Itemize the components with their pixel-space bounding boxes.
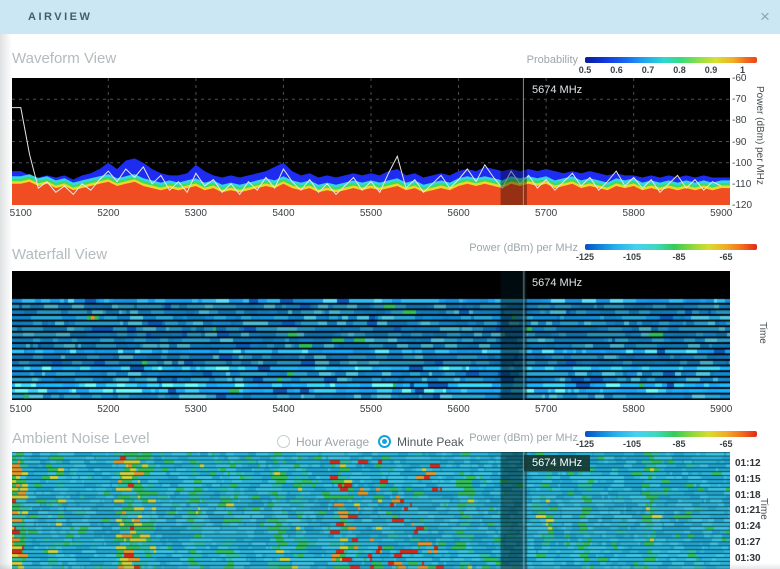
- x-axis-tick: 5900: [710, 208, 732, 219]
- x-axis-tick: 5600: [447, 208, 469, 219]
- waterfall-marker-label: 5674 MHz: [532, 277, 582, 289]
- waveform-marker-label: 5674 MHz: [532, 84, 582, 96]
- ambient-time-axis-label: Time: [758, 498, 769, 520]
- x-axis-tick: 5600: [447, 404, 469, 415]
- hour-average-label[interactable]: Hour Average: [296, 435, 369, 449]
- x-axis-tick: 5500: [360, 208, 382, 219]
- ambient-legend-label: Power (dBm) per MHz: [430, 432, 578, 444]
- x-axis-tick: 5900: [710, 404, 732, 415]
- legend-tick: 0.5: [579, 65, 592, 75]
- probability-legend-gradient: [585, 57, 757, 63]
- time-axis-tick: 01:15: [735, 474, 761, 485]
- x-axis-tick: 5300: [185, 208, 207, 219]
- waveform-y-axis-label: Power (dBm) per MHz: [754, 86, 765, 185]
- title-bar: AIRVIEW ×: [0, 0, 780, 34]
- y-axis-tick: -70: [732, 94, 746, 105]
- legend-tick: -85: [672, 439, 685, 449]
- x-axis-tick: 5800: [623, 404, 645, 415]
- legend-tick: 0.7: [642, 65, 655, 75]
- x-axis-tick: 5200: [97, 404, 119, 415]
- waveform-title: Waveform View: [12, 50, 116, 67]
- x-axis-tick: 5700: [535, 404, 557, 415]
- waveform-x-axis: 5100 5200 5300 5400 5500 5600 5700 5800 5900: [12, 208, 730, 220]
- ambient-plot[interactable]: [12, 452, 730, 569]
- y-axis-tick: -90: [732, 137, 746, 148]
- y-axis-tick: -80: [732, 115, 746, 126]
- time-axis-tick: 01:30: [735, 553, 761, 564]
- waterfall-legend-label: Power (dBm) per MHz: [430, 242, 578, 254]
- x-axis-tick: 5200: [97, 208, 119, 219]
- waterfall-legend-ticks: -125-105-85-65: [585, 252, 757, 264]
- x-axis-tick: 5300: [185, 404, 207, 415]
- y-axis-tick: -100: [732, 158, 752, 169]
- ambient-legend-ticks: -125-105-85-65: [585, 439, 757, 451]
- minute-peak-radio[interactable]: [378, 435, 391, 448]
- legend-tick: 0.8: [673, 65, 686, 75]
- time-axis-tick: 01:27: [735, 537, 761, 548]
- x-axis-tick: 5100: [10, 404, 32, 415]
- waterfall-legend-gradient: [585, 244, 757, 250]
- y-axis-tick: -120: [732, 200, 752, 211]
- x-axis-tick: 5400: [272, 404, 294, 415]
- legend-tick: -125: [576, 252, 594, 262]
- time-axis-tick: 01:18: [735, 490, 761, 501]
- x-axis-tick: 5500: [360, 404, 382, 415]
- close-icon[interactable]: ×: [753, 6, 777, 30]
- legend-tick: 0.6: [610, 65, 623, 75]
- legend-tick: -65: [719, 252, 732, 262]
- ambient-legend-gradient: [585, 431, 757, 437]
- legend-tick: -105: [623, 439, 641, 449]
- ambient-title: Ambient Noise Level: [12, 430, 150, 447]
- probability-legend-label: Probability: [470, 54, 578, 66]
- x-axis-tick: 5700: [535, 208, 557, 219]
- y-axis-tick: -110: [732, 179, 751, 190]
- app-title: AIRVIEW: [28, 11, 92, 23]
- waterfall-time-axis-label: Time: [757, 322, 768, 344]
- x-axis-tick: 5400: [272, 208, 294, 219]
- time-axis-tick: 01:24: [735, 521, 761, 532]
- y-axis-tick: -60: [732, 73, 746, 84]
- legend-tick: -65: [719, 439, 732, 449]
- legend-tick: -85: [672, 252, 685, 262]
- ambient-marker-tag: 5674 MHz: [524, 455, 590, 471]
- time-axis-tick: 01:21: [735, 505, 761, 516]
- legend-tick: 0.9: [705, 65, 718, 75]
- legend-tick: -125: [576, 439, 594, 449]
- x-axis-tick: 5100: [10, 208, 32, 219]
- waterfall-plot[interactable]: [12, 271, 730, 400]
- airview-window: AIRVIEW × Waveform View Probability 0.5 0…: [0, 0, 780, 569]
- time-axis-tick: 01:12: [735, 458, 761, 469]
- legend-tick: -105: [623, 252, 641, 262]
- x-axis-tick: 5800: [623, 208, 645, 219]
- waterfall-x-axis: 5100 5200 5300 5400 5500 5600 5700 5800 5900: [12, 404, 730, 416]
- waterfall-title: Waterfall View: [12, 246, 107, 263]
- waveform-plot[interactable]: [12, 78, 730, 205]
- hour-average-radio[interactable]: [277, 435, 290, 448]
